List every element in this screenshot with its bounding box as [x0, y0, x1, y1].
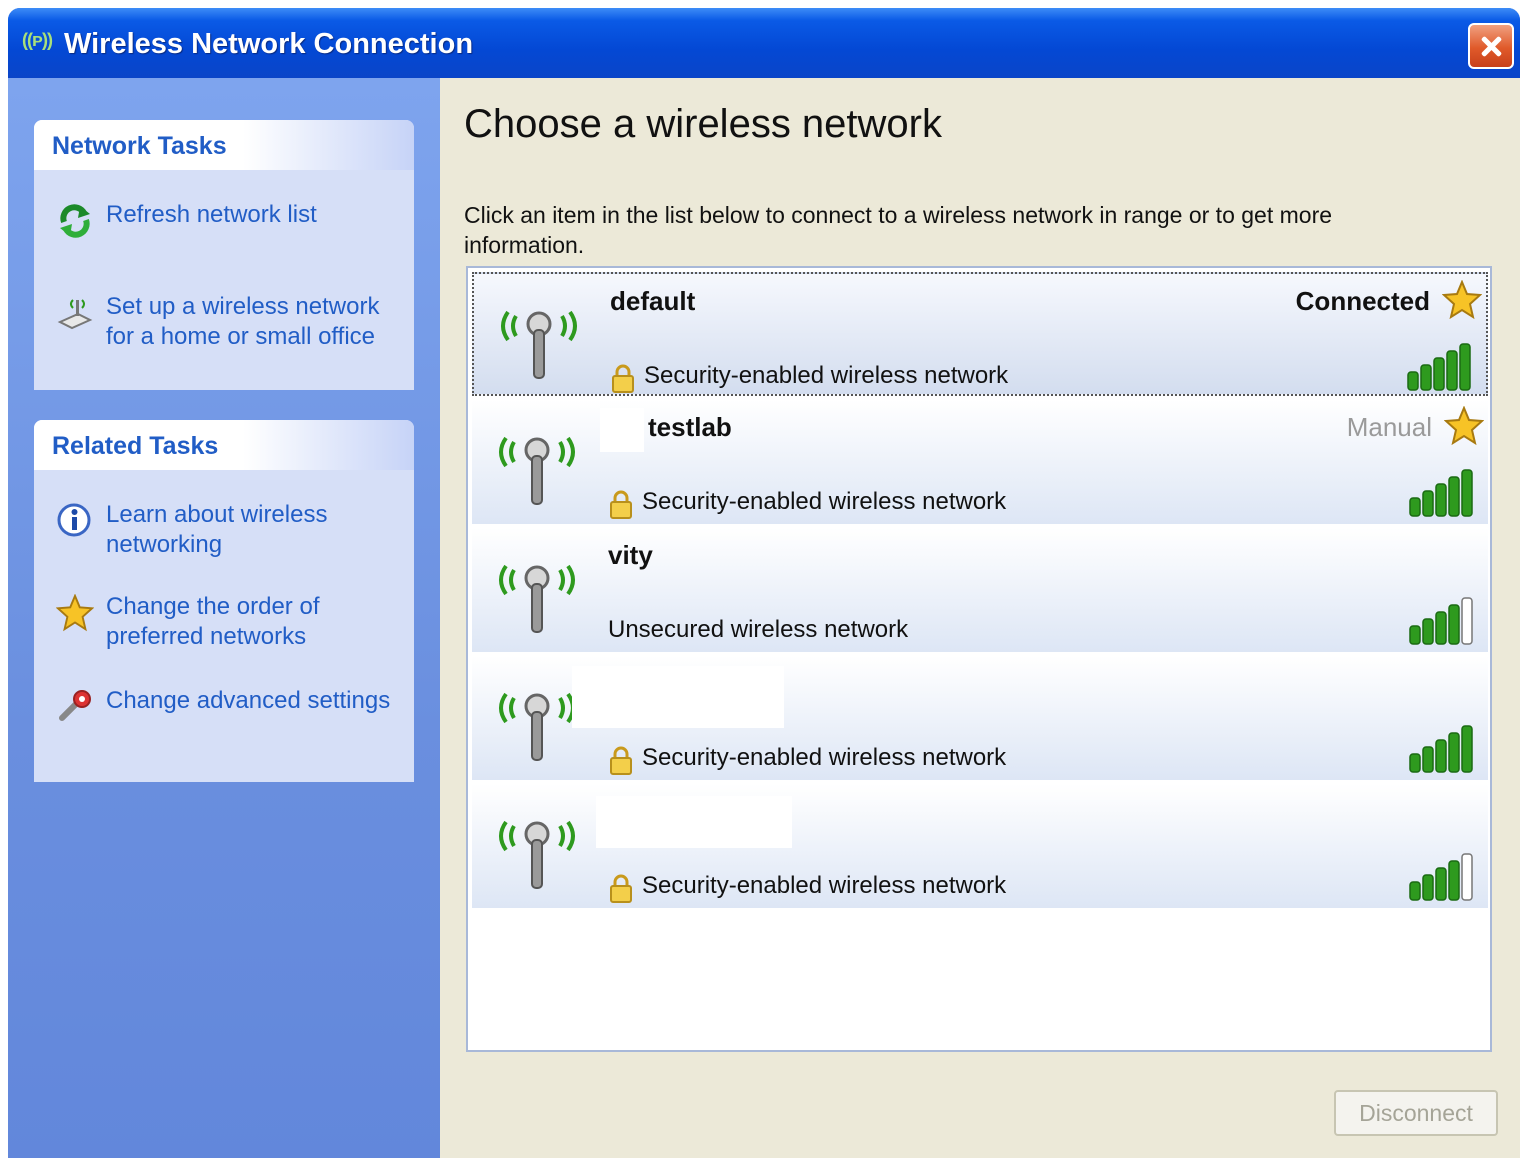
preferred-star-icon — [1443, 281, 1481, 318]
signal-strength-icon — [1409, 853, 1473, 901]
close-button[interactable] — [1468, 23, 1514, 69]
change-advanced-settings-label: Change advanced settings — [106, 687, 391, 714]
lock-icon — [611, 364, 635, 394]
signal-bar-filled — [1409, 881, 1421, 901]
disconnect-button[interactable]: Disconnect — [1334, 1090, 1498, 1136]
signal-strength-icon — [1407, 343, 1471, 391]
info-icon — [57, 503, 91, 537]
signal-bar-filled — [1435, 867, 1447, 901]
wireless-antenna-icon — [499, 692, 575, 762]
setup-wireless-network-label: Set up a wireless network for a home or … — [106, 293, 380, 350]
lock-icon — [609, 490, 633, 520]
network-name: default — [610, 286, 696, 316]
signal-bar-filled — [1448, 476, 1460, 517]
signal-bar-filled — [1409, 497, 1421, 517]
related-tasks-header[interactable]: Related Tasks — [34, 420, 414, 470]
signal-bar-filled — [1422, 874, 1434, 901]
signal-bar-filled — [1422, 490, 1434, 517]
security-label: Security-enabled wireless network — [642, 872, 1007, 899]
signal-bar-filled — [1435, 739, 1447, 773]
wireless-network-list[interactable]: default Connected Security-enabled wirel… — [466, 266, 1492, 1052]
signal-bar-filled — [1422, 746, 1434, 773]
redacted-area — [596, 796, 792, 848]
wireless-network-connection-window: ((ᴘ)) Wireless Network Connection Networ… — [8, 8, 1520, 1158]
redacted-area — [600, 408, 644, 452]
security-label: Security-enabled wireless network — [642, 744, 1007, 771]
signal-bar-filled — [1409, 625, 1421, 645]
signal-bar-filled — [1433, 357, 1445, 391]
network-name: testlab — [648, 412, 732, 442]
signal-bar-filled — [1459, 343, 1471, 391]
signal-strength-icon — [1409, 597, 1473, 645]
connection-status: Connected — [1295, 286, 1430, 316]
related-tasks-title: Related Tasks — [52, 432, 219, 460]
wireless-antenna-icon — [499, 564, 575, 634]
title-bar[interactable]: ((ᴘ)) Wireless Network Connection — [8, 8, 1520, 78]
signal-bar-filled — [1407, 371, 1419, 391]
task-sidebar: Network Tasks Refresh network list Set u… — [8, 78, 440, 1158]
network-name: vity — [608, 540, 653, 570]
network-item-default[interactable]: default Connected Security-enabled wirel… — [472, 272, 1488, 396]
refresh-icon — [60, 204, 90, 238]
network-tasks-header[interactable]: Network Tasks — [34, 120, 414, 170]
refresh-network-list-label: Refresh network list — [106, 201, 317, 228]
signal-bar-filled — [1461, 469, 1473, 517]
lock-icon — [609, 746, 633, 776]
network-item-hidden-2[interactable]: Security-enabled wireless network — [472, 784, 1488, 908]
signal-bar-filled — [1409, 753, 1421, 773]
page-title: Choose a wireless network — [464, 102, 942, 146]
signal-bar-filled — [1448, 860, 1460, 901]
redacted-area — [572, 666, 784, 728]
instructions-text: Click an item in the list below to conne… — [464, 202, 1333, 258]
signal-bar-filled — [1422, 618, 1434, 645]
signal-bar-filled — [1461, 725, 1473, 773]
signal-bar-filled — [1435, 483, 1447, 517]
network-item-vity[interactable]: vity Unsecured wireless network — [472, 528, 1488, 652]
wireless-antenna-icon — [499, 436, 575, 506]
settings-icon — [59, 690, 91, 721]
preferred-star-icon — [1445, 407, 1483, 444]
star-icon — [56, 594, 94, 631]
wireless-setup-icon — [57, 299, 93, 330]
signal-bar-empty — [1461, 853, 1473, 901]
lock-icon — [609, 874, 633, 904]
signal-bar-empty — [1461, 597, 1473, 645]
network-item-hidden-1[interactable]: Security-enabled wireless network — [472, 656, 1488, 780]
signal-bar-filled — [1420, 364, 1432, 391]
signal-bar-filled — [1448, 732, 1460, 773]
wireless-antenna-icon — [499, 820, 575, 890]
window-title: Wireless Network Connection — [64, 28, 474, 60]
signal-bar-filled — [1446, 350, 1458, 391]
security-label: Unsecured wireless network — [608, 616, 909, 643]
main-content: Choose a wireless network Click an item … — [440, 78, 1520, 1158]
network-tasks-panel: Network Tasks Refresh network list Set u… — [34, 120, 414, 390]
security-label: Security-enabled wireless network — [644, 362, 1009, 389]
connection-status: Manual — [1346, 412, 1432, 442]
network-tasks-title: Network Tasks — [52, 132, 227, 160]
signal-strength-icon — [1409, 469, 1473, 517]
learn-about-wireless-label: Learn about wireless networking — [106, 501, 328, 558]
signal-bar-filled — [1435, 611, 1447, 645]
change-preferred-order-label: Change the order of preferred networks — [106, 593, 320, 650]
signal-strength-icon — [1409, 725, 1473, 773]
wireless-signal-icon: ((ᴘ)) — [22, 30, 53, 50]
wireless-antenna-icon — [501, 310, 577, 380]
network-item-testlab[interactable]: testlab Manual Security-enabled wireless… — [472, 400, 1488, 524]
security-label: Security-enabled wireless network — [642, 488, 1007, 515]
signal-bar-filled — [1448, 604, 1460, 645]
related-tasks-panel: Related Tasks Learn about wireless netwo… — [34, 420, 414, 782]
